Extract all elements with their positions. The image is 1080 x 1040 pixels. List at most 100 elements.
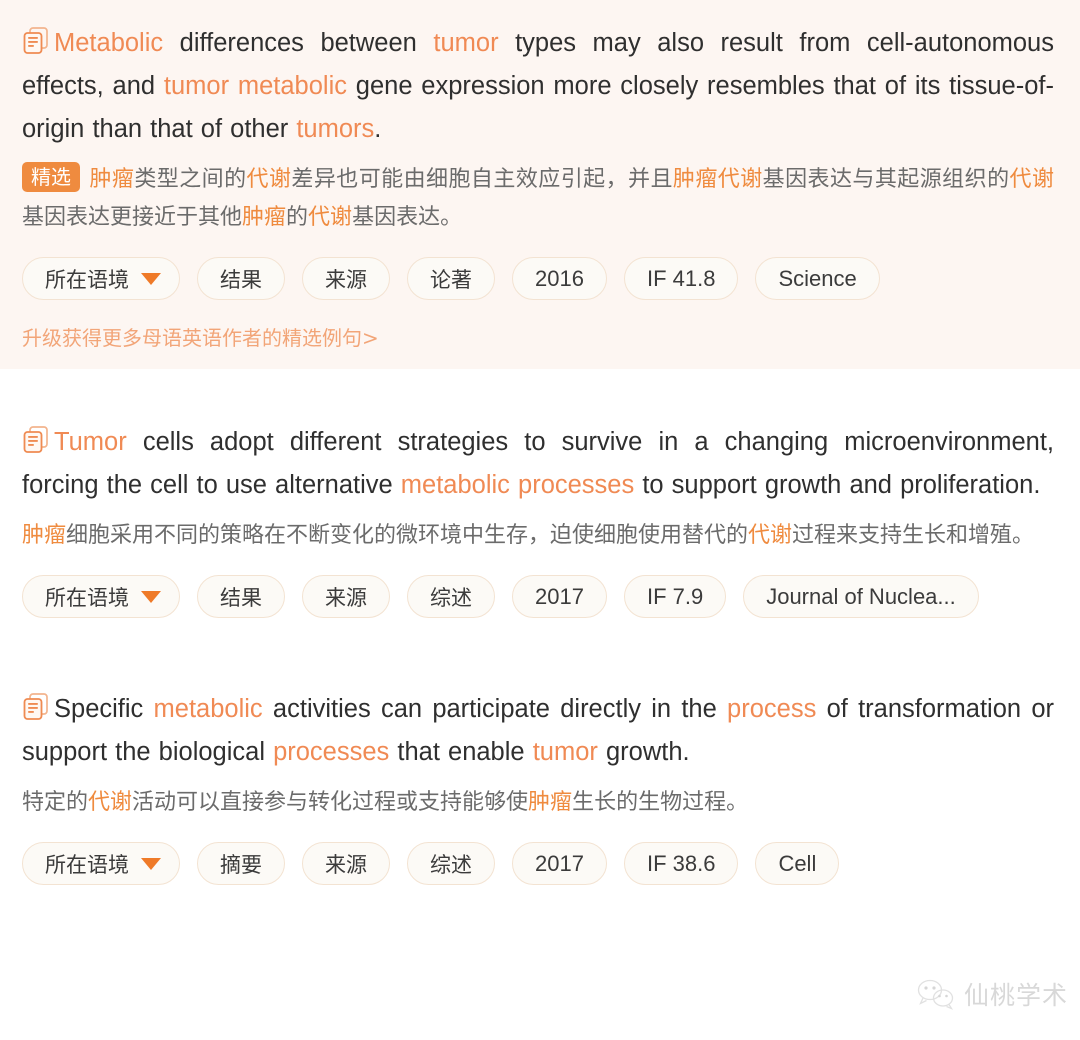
context-filter-pill[interactable]: 所在语境 bbox=[22, 575, 180, 618]
document-stack-icon[interactable] bbox=[22, 692, 50, 722]
sentence-card[interactable]: Metabolic differences between tumor type… bbox=[0, 0, 1080, 369]
pill-label: IF 7.9 bbox=[646, 583, 704, 609]
text-run: that enable bbox=[389, 738, 533, 766]
meta-pill[interactable]: 结果 bbox=[197, 575, 285, 618]
highlighted-term: processes bbox=[273, 738, 390, 766]
text-run: differences between bbox=[163, 29, 434, 57]
chinese-translation: 精选 肿瘤类型之间的代谢差异也可能由细胞自主效应引起，并且肿瘤代谢基因表达与其起源… bbox=[22, 161, 1054, 237]
highlighted-term: 代谢 bbox=[308, 205, 353, 230]
meta-pill[interactable]: 2017 bbox=[512, 575, 607, 618]
watermark: 仙桃学术 bbox=[916, 976, 1068, 1012]
chevron-down-icon[interactable] bbox=[141, 590, 161, 603]
tag-row: 所在语境 结果 来源 综述 2017 IF 7.9 Journal of Nuclea... bbox=[22, 575, 1054, 618]
meta-pill[interactable]: 综述 bbox=[407, 842, 495, 885]
pill-label: Cell bbox=[778, 850, 817, 876]
meta-pill[interactable]: Science bbox=[755, 257, 880, 300]
pill-label: 结果 bbox=[220, 585, 262, 610]
text-run: 细胞采用不同的策略在不断变化的微环境中生存，迫使细胞使用替代的 bbox=[66, 523, 749, 548]
sentence-row: Specific metabolic activities can partic… bbox=[22, 688, 1054, 774]
text-run: 活动可以直接参与转化过程或支持能够使 bbox=[132, 790, 529, 815]
pill-label: 2017 bbox=[535, 583, 584, 609]
english-sentence: Tumor cells adopt different strategies t… bbox=[22, 421, 1054, 507]
highlighted-term: 代谢 bbox=[1009, 167, 1054, 192]
pill-label: 摘要 bbox=[220, 852, 262, 877]
text-run: to support growth and proliferation. bbox=[634, 471, 1041, 499]
chevron-down-icon[interactable] bbox=[141, 857, 161, 870]
pill-label: 来源 bbox=[325, 852, 367, 877]
text-run: 基因表达。 bbox=[352, 205, 463, 230]
sentence-row: Tumor cells adopt different strategies t… bbox=[22, 421, 1054, 507]
pill-label: 所在语境 bbox=[45, 585, 129, 610]
text-run: 基因表达更接近于其他 bbox=[22, 205, 243, 230]
pill-label: 来源 bbox=[325, 585, 367, 610]
sentence-card-list: Metabolic differences between tumor type… bbox=[0, 0, 1080, 903]
sentence-card[interactable]: Specific metabolic activities can partic… bbox=[0, 666, 1080, 903]
highlighted-term: process bbox=[727, 695, 817, 723]
meta-pill[interactable]: 来源 bbox=[302, 842, 390, 885]
meta-pill[interactable]: 论著 bbox=[407, 257, 495, 300]
text-run: 差异也可能由细胞自主效应引起，并且 bbox=[291, 167, 673, 192]
example-sentences-page: Metabolic differences between tumor type… bbox=[0, 0, 1080, 1040]
highlighted-term: 代谢 bbox=[748, 523, 793, 548]
pill-label: Journal of Nuclea... bbox=[766, 583, 956, 609]
pill-label: IF 38.6 bbox=[646, 850, 716, 876]
meta-pill[interactable]: 2016 bbox=[512, 257, 607, 300]
chevron-down-icon[interactable] bbox=[141, 272, 161, 285]
meta-pill[interactable]: Journal of Nuclea... bbox=[743, 575, 979, 618]
text-run: activities can participate directly in t… bbox=[262, 695, 728, 723]
highlighted-term: 肿瘤 bbox=[89, 167, 135, 192]
highlighted-term: Tumor bbox=[54, 428, 127, 456]
text-run: 特定的 bbox=[22, 790, 89, 815]
text-run: Specific bbox=[54, 695, 154, 723]
watermark-label: 仙桃学术 bbox=[963, 981, 1068, 1010]
pill-label: IF 41.8 bbox=[646, 265, 716, 291]
document-stack-icon[interactable] bbox=[22, 26, 50, 56]
chinese-translation: 特定的代谢活动可以直接参与转化过程或支持能够使肿瘤生长的生物过程。 bbox=[22, 784, 1054, 822]
pill-label: 2017 bbox=[535, 850, 584, 876]
highlighted-term: metabolic processes bbox=[400, 471, 635, 499]
pill-label: Science bbox=[778, 265, 857, 291]
meta-pill[interactable]: 综述 bbox=[407, 575, 495, 618]
highlighted-term: 肿瘤 bbox=[528, 790, 573, 815]
meta-pill[interactable]: IF 38.6 bbox=[623, 842, 739, 885]
tag-row: 所在语境 摘要 来源 综述 2017 IF 38.6 Cell bbox=[22, 842, 1054, 885]
highlighted-term: tumor bbox=[532, 738, 598, 766]
meta-pill[interactable]: 2017 bbox=[512, 842, 607, 885]
sentence-card[interactable]: Tumor cells adopt different strategies t… bbox=[0, 399, 1080, 636]
card-divider bbox=[0, 636, 1080, 666]
text-run: 类型之间的 bbox=[134, 167, 247, 192]
text-run: 生长的生物过程。 bbox=[572, 790, 749, 815]
meta-pill[interactable]: IF 7.9 bbox=[623, 575, 727, 618]
highlighted-term: metabolic bbox=[153, 695, 263, 723]
upgrade-link[interactable]: 升级获得更多母语英语作者的精选例句> bbox=[22, 322, 1054, 351]
text-run: growth. bbox=[597, 738, 690, 766]
highlighted-term: 肿瘤 bbox=[242, 205, 287, 230]
highlighted-term: tumors bbox=[296, 115, 375, 143]
context-filter-pill[interactable]: 所在语境 bbox=[22, 257, 180, 300]
text-run: . bbox=[374, 115, 382, 143]
meta-pill[interactable]: IF 41.8 bbox=[623, 257, 739, 300]
tag-row: 所在语境 结果 来源 论著 2016 IF 41.8 Science bbox=[22, 257, 1054, 300]
card-divider bbox=[0, 369, 1080, 399]
chinese-translation: 肿瘤细胞采用不同的策略在不断变化的微环境中生存，迫使细胞使用替代的代谢过程来支持… bbox=[22, 517, 1054, 555]
highlighted-term: 肿瘤 bbox=[22, 523, 67, 548]
sentence-row: Metabolic differences between tumor type… bbox=[22, 22, 1054, 151]
english-sentence: Specific metabolic activities can partic… bbox=[22, 688, 1054, 774]
meta-pill[interactable]: Cell bbox=[755, 842, 840, 885]
document-stack-icon[interactable] bbox=[22, 425, 50, 455]
pill-label: 结果 bbox=[220, 267, 262, 292]
highlighted-term: tumor bbox=[433, 29, 499, 57]
text-run: 过程来支持生长和增殖。 bbox=[792, 523, 1035, 548]
text-run: 的 bbox=[286, 205, 309, 230]
meta-pill[interactable]: 结果 bbox=[197, 257, 285, 300]
featured-badge: 精选 bbox=[22, 162, 80, 192]
meta-pill[interactable]: 来源 bbox=[302, 257, 390, 300]
highlighted-term: tumor metabolic bbox=[163, 72, 347, 100]
pill-label: 所在语境 bbox=[45, 267, 129, 292]
meta-pill[interactable]: 来源 bbox=[302, 575, 390, 618]
context-filter-pill[interactable]: 所在语境 bbox=[22, 842, 180, 885]
meta-pill[interactable]: 摘要 bbox=[197, 842, 285, 885]
highlighted-term: 代谢 bbox=[88, 790, 133, 815]
english-sentence: Metabolic differences between tumor type… bbox=[22, 22, 1054, 151]
pill-label: 所在语境 bbox=[45, 852, 129, 877]
